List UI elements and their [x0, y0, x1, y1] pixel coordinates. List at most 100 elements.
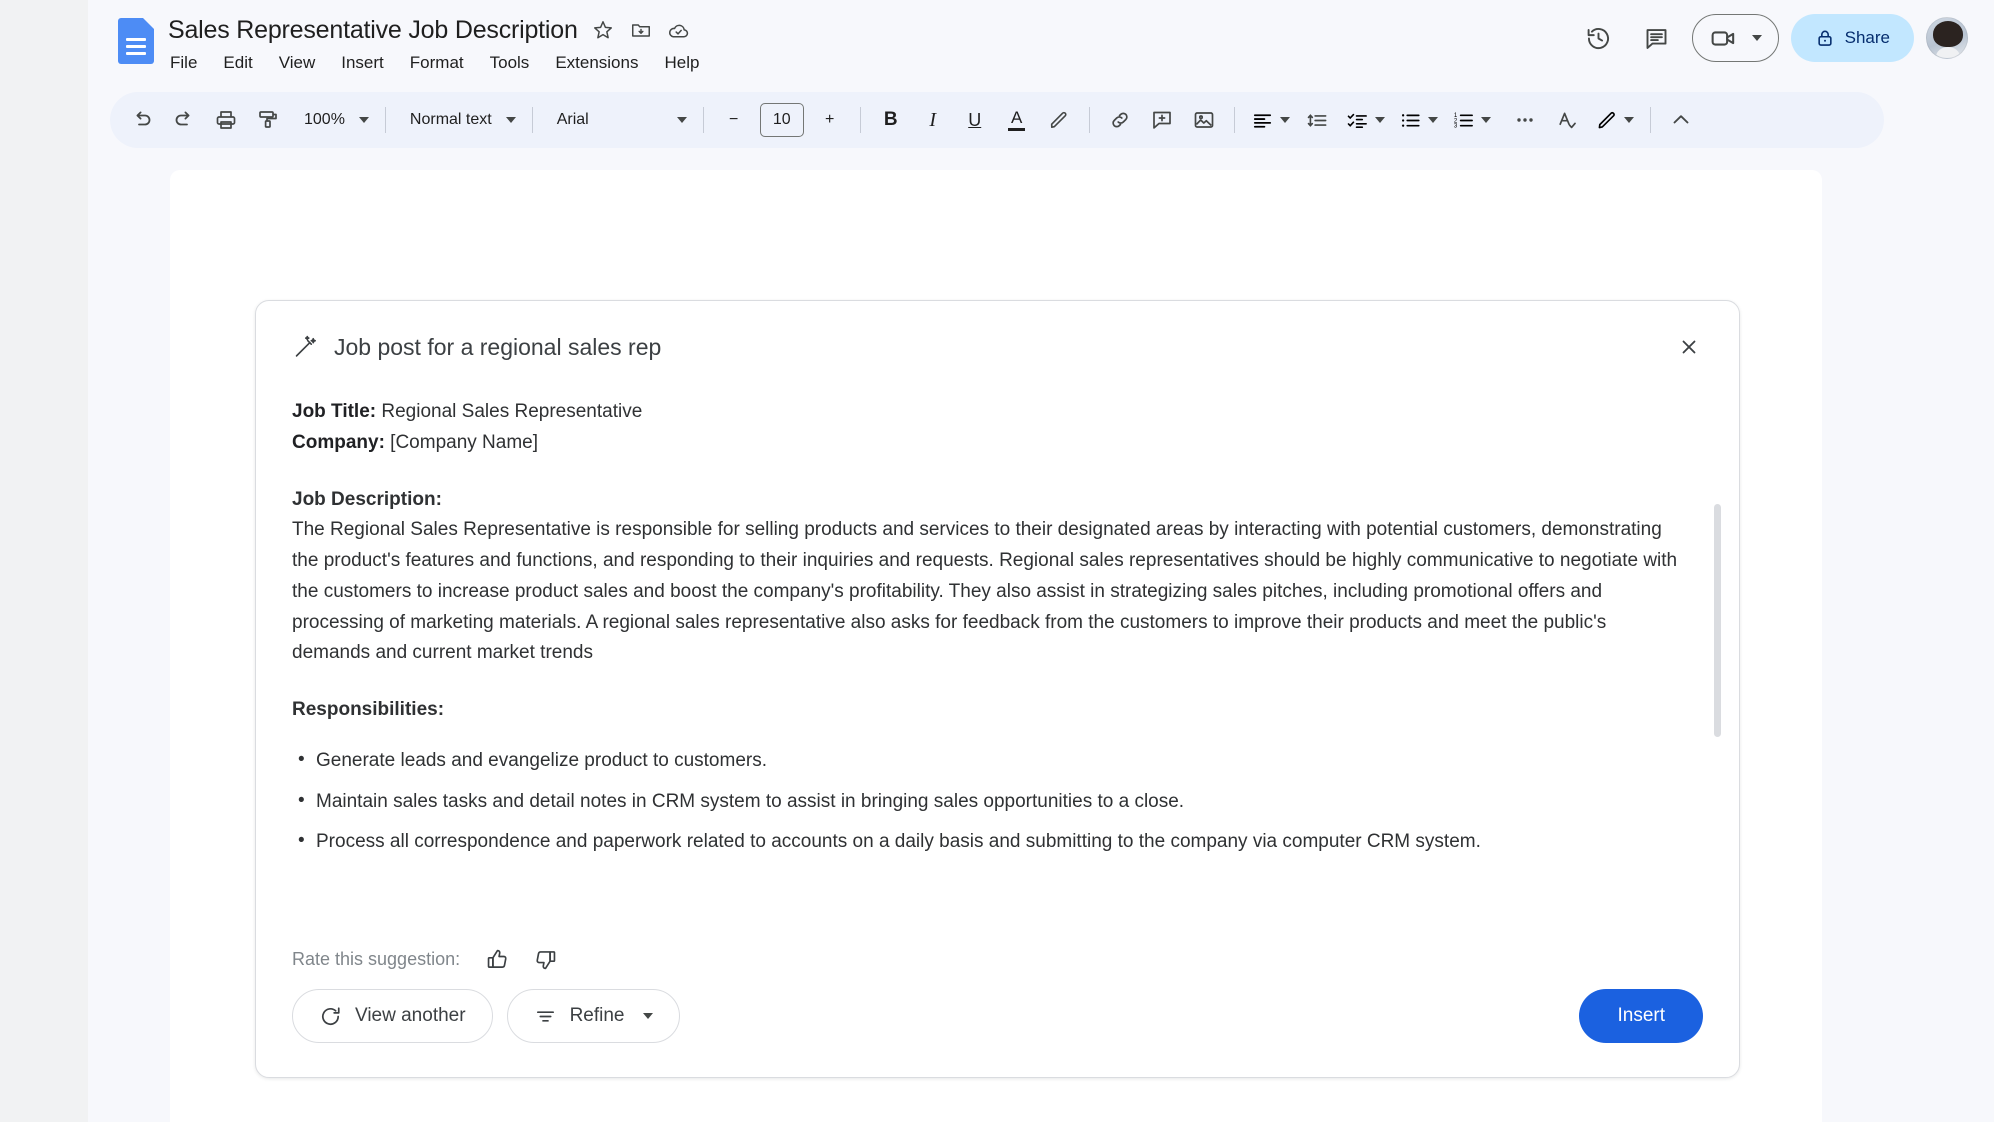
underline-label: U [968, 109, 982, 130]
add-comment-icon[interactable] [1142, 100, 1182, 140]
chevron-down-icon [1623, 117, 1634, 123]
link-icon[interactable] [1100, 100, 1140, 140]
cloud-saved-icon[interactable] [666, 17, 692, 43]
menu-item-insert[interactable]: Insert [333, 50, 392, 76]
print-icon[interactable] [206, 100, 246, 140]
text-color-label: A [1011, 107, 1023, 127]
view-another-button[interactable]: View another [292, 989, 493, 1043]
zoom-selector[interactable]: 100% [290, 100, 375, 140]
share-button[interactable]: Share [1790, 14, 1914, 62]
avatar[interactable] [1926, 17, 1968, 59]
paint-format-icon[interactable] [248, 100, 288, 140]
menu-item-tools[interactable]: Tools [482, 50, 538, 76]
chevron-down-icon [358, 117, 369, 123]
job-title-value: Regional Sales Representative [376, 401, 643, 422]
font-selector[interactable]: Arial [543, 100, 693, 140]
italic-button[interactable]: I [913, 100, 953, 140]
job-description-body: The Regional Sales Representative is res… [292, 519, 1678, 664]
header-actions: Share [1576, 14, 1968, 62]
bold-label: B [883, 109, 898, 130]
bulleted-list-icon [1399, 109, 1422, 132]
menu-item-help[interactable]: Help [656, 50, 707, 76]
dialog-header: Job post for a regional sales rep [256, 301, 1739, 367]
increase-font-size-label: + [825, 111, 835, 128]
chevron-down-icon [1279, 117, 1290, 123]
lock-icon [1815, 28, 1835, 48]
paragraph-style-value: Normal text [409, 111, 492, 128]
bold-button[interactable]: B [871, 100, 911, 140]
header-main: Sales Representative Job Description Fil… [168, 0, 707, 76]
list-item: Maintain sales tasks and detail notes in… [292, 786, 1679, 818]
google-docs-window: Sales Representative Job Description Fil… [0, 0, 1994, 1122]
divider [702, 107, 704, 133]
italic-label: I [929, 108, 937, 131]
divider [384, 107, 386, 133]
redo-icon[interactable] [164, 100, 204, 140]
menu-item-format[interactable]: Format [402, 50, 472, 76]
rate-label: Rate this suggestion: [292, 948, 461, 969]
svg-text:3: 3 [1454, 122, 1458, 129]
refine-label: Refine [569, 1005, 625, 1026]
ai-suggestion-dialog: Job post for a regional sales rep Job Ti… [255, 300, 1740, 1078]
editing-mode-pencil-icon [1595, 109, 1618, 132]
view-another-label: View another [355, 1005, 466, 1026]
checklist-icon [1346, 109, 1369, 132]
suggestion-content[interactable]: Job Title: Regional Sales Representative… [256, 367, 1739, 935]
decrease-font-size-button[interactable]: − [714, 100, 754, 140]
numbered-list-selector[interactable]: 1 2 3 [1446, 100, 1497, 140]
thumb-up-icon[interactable] [478, 940, 516, 978]
meet-button[interactable] [1691, 14, 1779, 62]
filter-icon [534, 1005, 557, 1028]
font-size-input[interactable]: 10 [759, 103, 804, 137]
company-value: [Company Name] [384, 431, 539, 453]
align-selector[interactable] [1245, 100, 1296, 140]
checklist-selector[interactable] [1340, 100, 1391, 140]
divider [859, 107, 861, 133]
comment-icon[interactable] [1634, 15, 1680, 61]
divider [531, 107, 533, 133]
chevron-down-icon [1427, 117, 1438, 123]
version-history-icon[interactable] [1576, 15, 1622, 61]
refresh-icon [319, 1005, 342, 1028]
insert-image-icon[interactable] [1184, 100, 1224, 140]
editing-mode-selector[interactable] [1589, 100, 1640, 140]
star-icon[interactable] [590, 17, 616, 43]
highlighter-icon[interactable] [1039, 100, 1079, 140]
more-options-icon[interactable] [1505, 100, 1545, 140]
text-color-button[interactable]: A [997, 100, 1037, 140]
decrease-font-size-label: − [729, 111, 739, 128]
video-camera-icon [1709, 24, 1738, 53]
docs-header: Sales Representative Job Description Fil… [88, 0, 1994, 88]
underline-button[interactable]: U [955, 100, 995, 140]
chevron-down-icon [1480, 117, 1491, 123]
content-scrollbar[interactable] [1714, 504, 1721, 737]
list-item: Process all correspondence and paperwork… [292, 826, 1679, 858]
google-docs-icon[interactable] [118, 18, 154, 64]
line-spacing-icon[interactable] [1298, 100, 1338, 140]
zoom-value: 100% [304, 111, 345, 128]
menu-item-edit[interactable]: Edit [215, 50, 260, 76]
close-icon[interactable] [1669, 327, 1709, 367]
dialog-footer: View another Refine Insert [256, 989, 1739, 1077]
divider [1233, 107, 1235, 133]
increase-font-size-button[interactable]: + [810, 100, 850, 140]
refine-button[interactable]: Refine [506, 989, 681, 1043]
insert-button[interactable]: Insert [1579, 989, 1703, 1043]
undo-icon[interactable] [122, 100, 162, 140]
menu-item-file[interactable]: File [162, 50, 205, 76]
move-to-folder-icon[interactable] [628, 17, 654, 43]
hide-menus-chevron-icon[interactable] [1661, 100, 1701, 140]
paragraph-style-selector[interactable]: Normal text [396, 100, 522, 140]
job-title-label: Job Title: [292, 401, 377, 422]
rating-row: Rate this suggestion: [256, 929, 1739, 989]
menu-item-view[interactable]: View [271, 50, 324, 76]
title-row: Sales Representative Job Description [168, 12, 707, 48]
chevron-down-icon [1751, 35, 1762, 41]
magic-wand-icon [292, 334, 318, 360]
spelling-check-icon[interactable] [1547, 100, 1587, 140]
document-title[interactable]: Sales Representative Job Description [168, 16, 578, 45]
menu-bar: File Edit View Insert Format Tools Exten… [162, 50, 707, 76]
thumb-down-icon[interactable] [526, 940, 564, 978]
bulleted-list-selector[interactable] [1393, 100, 1444, 140]
menu-item-extensions[interactable]: Extensions [547, 50, 646, 76]
